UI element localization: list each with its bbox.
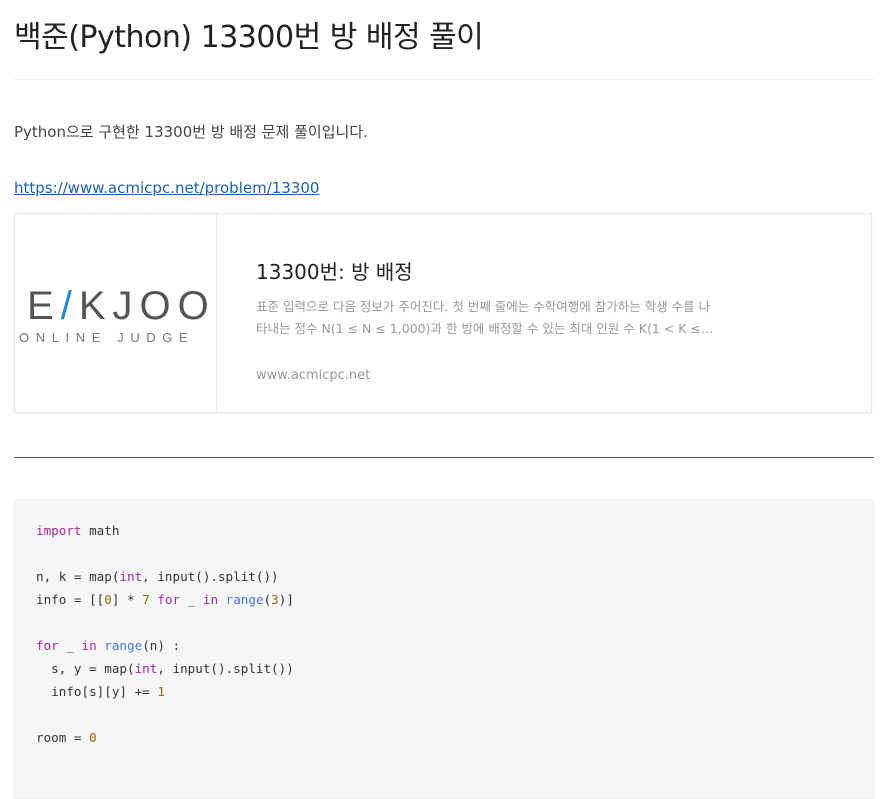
card-thumbnail: E/KJOO ONLINE JUDGE: [15, 214, 217, 412]
code-token: s, y = map(: [36, 661, 135, 676]
card-host: www.acmicpc.net: [256, 368, 371, 383]
intro-text: Python으로 구현한 13300번 방 배정 문제 풀이입니다.: [14, 123, 368, 141]
code-token: in: [81, 638, 97, 653]
code-token: for: [36, 638, 59, 653]
code-token: ] *: [111, 592, 143, 607]
code-token: in: [202, 592, 219, 607]
code-token: int: [134, 661, 158, 676]
code-line: import math: [36, 519, 294, 542]
code-token: room =: [36, 730, 90, 745]
code-line: for _ in range(n) :: [36, 634, 294, 657]
logo-letter-e: E: [27, 284, 61, 328]
code-token: range: [225, 592, 264, 607]
logo-letter-k: K: [78, 284, 113, 328]
code-token: 1: [157, 684, 165, 699]
code-token: (n) :: [142, 638, 181, 653]
logo-accent-slash: /: [60, 284, 79, 328]
code-token: 0: [104, 592, 112, 607]
code-token: info[s][y] +=: [36, 684, 158, 699]
code-token: , input().split()): [157, 661, 294, 676]
card-title: 13300번: 방 배정: [256, 260, 413, 284]
code-token: _: [58, 638, 82, 653]
code-token: info = [[: [36, 592, 105, 607]
code-line: n, k = map(int, input().split()): [36, 565, 294, 588]
code-token: import: [36, 523, 82, 538]
code-token: 0: [89, 730, 97, 745]
code-block: import math n, k = map(int, input().split…: [14, 499, 874, 799]
code-line: info[s][y] += 1: [36, 680, 294, 703]
code-token: , input().split()): [142, 569, 279, 584]
card-body: 13300번: 방 배정 표준 입력으로 다음 정보가 주어진다. 첫 번째 줄…: [256, 214, 726, 412]
post-title: 백준(Python) 13300번 방 배정 풀이: [14, 20, 484, 55]
code-token: range: [104, 638, 143, 653]
card-description: 표준 입력으로 다음 정보가 주어진다. 첫 번째 줄에는 수학여행에 참가하는…: [256, 299, 711, 336]
code-token: int: [119, 569, 143, 584]
code-token: 3: [271, 592, 279, 607]
title-divider: [14, 79, 874, 80]
code-token: for: [157, 592, 181, 607]
link-preview-card[interactable]: E/KJOO ONLINE JUDGE 13300번: 방 배정 표준 입력으로…: [14, 213, 872, 413]
section-divider: [14, 457, 874, 458]
code-token: )]: [278, 592, 294, 607]
code-content: import math n, k = map(int, input().split…: [36, 519, 294, 749]
problem-link[interactable]: https://www.acmicpc.net/problem/13300: [14, 179, 319, 197]
code-token: 7: [142, 592, 150, 607]
logo-subtitle: ONLINE JUDGE: [19, 330, 195, 345]
code-token: _: [180, 592, 203, 607]
code-line: info = [[0] * 7 for _ in range(3)]: [36, 588, 294, 611]
logo-letters-joo: JOO: [112, 284, 216, 328]
baekjoon-logo: E/KJOO: [27, 284, 216, 329]
code-line: s, y = map(int, input().split()): [36, 657, 294, 680]
code-token: math: [81, 523, 120, 538]
code-line: room = 0: [36, 726, 294, 749]
code-token: n, k = map(: [36, 569, 120, 584]
